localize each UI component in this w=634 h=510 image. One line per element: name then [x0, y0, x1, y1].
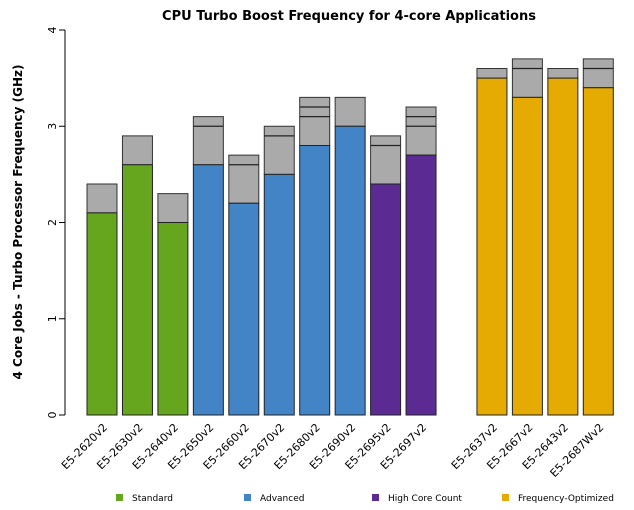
- x-tick-labels: E5-2620v2E5-2630v2E5-2640v2E5-2650v2E5-2…: [59, 421, 607, 480]
- turbo-segment: [157, 193, 189, 223]
- base-segment: [405, 154, 437, 416]
- base-segment: [547, 77, 579, 416]
- base-segment: [86, 212, 118, 416]
- bar-E5-2637v2: [476, 68, 508, 416]
- y-axis: 0 1 2 3 4: [46, 27, 66, 419]
- turbo-segment: [334, 96, 366, 127]
- legend-label: Standard: [132, 494, 173, 504]
- base-segment: [582, 87, 614, 416]
- base-segment: [228, 202, 260, 416]
- turbo-segment: [582, 58, 614, 89]
- bar-E5-2670v2: [263, 125, 295, 416]
- legend-swatch: [116, 494, 123, 501]
- turbo-frequency-chart: CPU Turbo Boost Frequency for 4-core App…: [11, 9, 614, 504]
- y-tick-label: 4: [46, 27, 59, 34]
- base-segment: [476, 77, 508, 416]
- bar-E5-2697v2: [405, 106, 437, 416]
- turbo-segment: [299, 96, 331, 146]
- legend-swatch: [372, 494, 379, 501]
- bar-E5-2667v2: [511, 58, 543, 416]
- bar-E5-2643v2: [547, 68, 579, 416]
- bar-E5-2687Wv2: [582, 58, 614, 416]
- legend-item: Standard: [116, 494, 173, 504]
- base-segment: [299, 145, 331, 416]
- legend-swatch: [502, 494, 509, 501]
- bar-E5-2660v2: [228, 154, 260, 416]
- legend-item: Advanced: [244, 494, 304, 504]
- y-tick-label: 1: [46, 315, 59, 322]
- bar-E5-2650v2: [192, 116, 224, 416]
- chart-title: CPU Turbo Boost Frequency for 4-core App…: [162, 9, 536, 24]
- turbo-segment: [86, 183, 118, 214]
- bar-E5-2695v2: [370, 135, 402, 416]
- turbo-segment: [511, 58, 543, 98]
- legend-item: Frequency-Optimized: [502, 494, 614, 504]
- turbo-segment: [228, 154, 260, 204]
- turbo-segment: [547, 68, 579, 79]
- bar-E5-2680v2: [299, 96, 331, 416]
- base-segment: [263, 173, 295, 416]
- y-tick-label: 3: [46, 123, 59, 130]
- base-segment: [334, 125, 366, 416]
- legend-swatch: [244, 494, 251, 501]
- legend-label: Advanced: [260, 494, 304, 504]
- bar-E5-2690v2: [334, 96, 366, 416]
- y-axis-label: 4 Core Jobs - Turbo Processor Frequency …: [11, 64, 25, 379]
- turbo-segment: [263, 125, 295, 175]
- base-segment: [157, 222, 189, 416]
- y-tick-label: 0: [46, 412, 59, 419]
- y-tick-label: 2: [46, 219, 59, 226]
- turbo-segment: [370, 135, 402, 185]
- base-segment: [192, 164, 224, 416]
- legend: Standard Advanced High Core Count Frequency…: [116, 494, 614, 504]
- turbo-segment: [121, 135, 153, 166]
- bar-E5-2640v2: [157, 193, 189, 416]
- bars: [86, 58, 614, 416]
- bar-E5-2620v2: [86, 183, 118, 416]
- legend-item: High Core Count: [372, 494, 462, 504]
- turbo-segment: [192, 116, 224, 166]
- legend-label: High Core Count: [388, 494, 462, 504]
- turbo-segment: [405, 106, 437, 156]
- legend-label: Frequency-Optimized: [518, 494, 614, 504]
- base-segment: [370, 183, 402, 416]
- turbo-segment: [476, 68, 508, 79]
- base-segment: [121, 164, 153, 416]
- bar-E5-2630v2: [121, 135, 153, 416]
- base-segment: [511, 96, 543, 416]
